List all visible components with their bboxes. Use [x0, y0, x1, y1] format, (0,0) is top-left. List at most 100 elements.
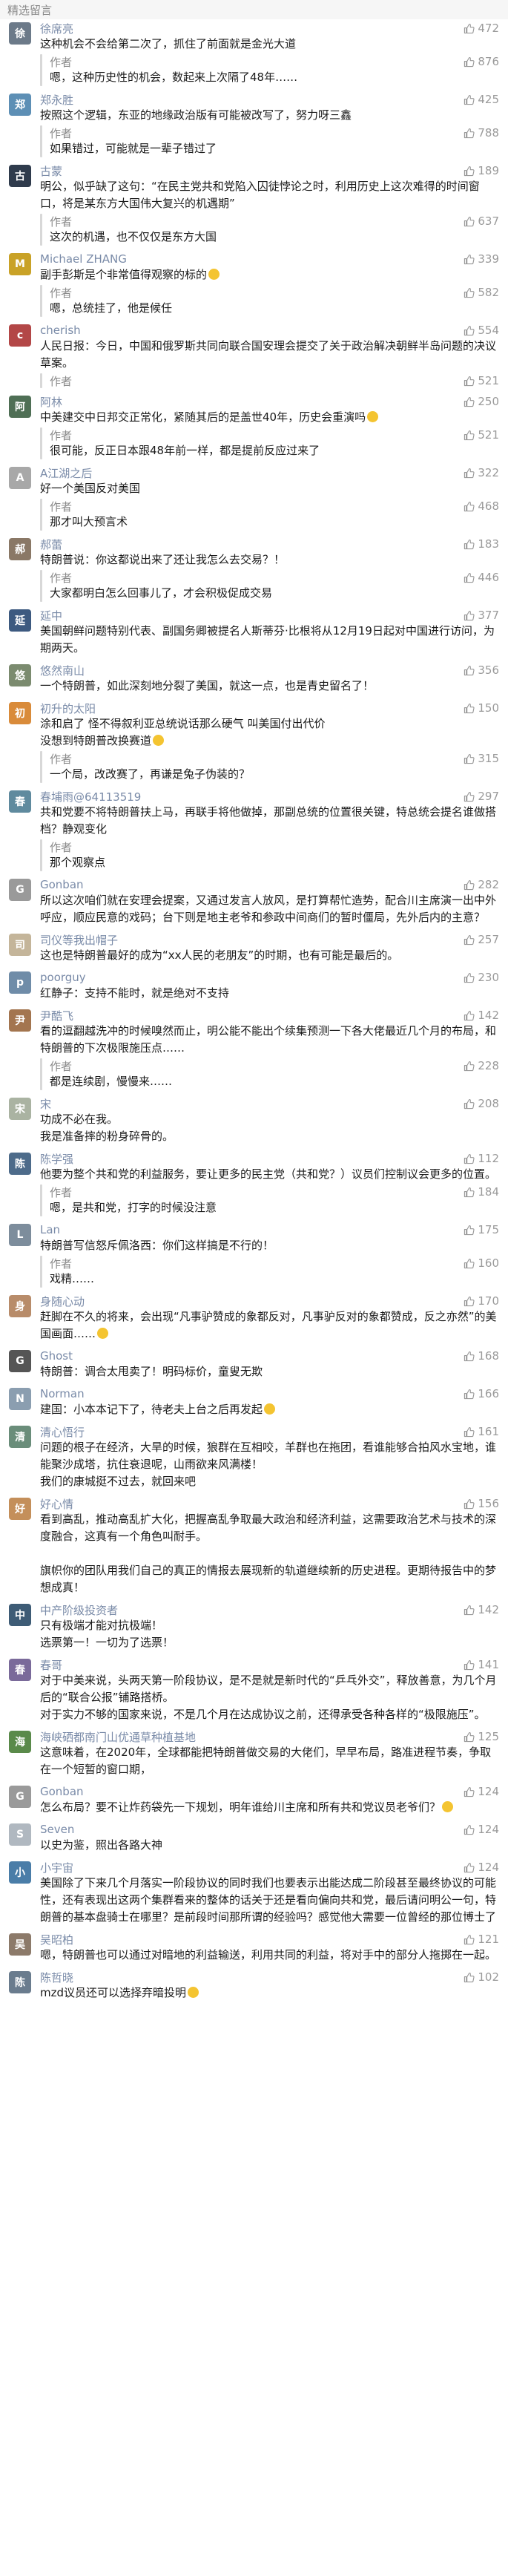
avatar[interactable]: A — [9, 467, 31, 489]
reply-like-button[interactable]: 788 — [464, 126, 499, 140]
avatar[interactable]: 郑 — [9, 94, 31, 116]
avatar[interactable]: 悠 — [9, 664, 31, 686]
commenter-name[interactable]: Gonban — [40, 1785, 84, 1798]
avatar[interactable]: 阿 — [9, 396, 31, 418]
like-button[interactable]: 141 — [464, 1658, 499, 1671]
commenter-name[interactable]: 春埔雨@64113519 — [40, 789, 141, 804]
avatar[interactable]: 海 — [9, 1731, 31, 1753]
avatar[interactable]: 古 — [9, 165, 31, 187]
reply-like-button[interactable]: 184 — [464, 1185, 499, 1199]
commenter-name[interactable]: 小宇宙 — [40, 1860, 73, 1875]
commenter-name[interactable]: 陈哲晓 — [40, 1970, 73, 1985]
commenter-name[interactable]: poorguy — [40, 971, 86, 984]
avatar[interactable]: 徐 — [9, 22, 31, 45]
commenter-name[interactable]: 悠然南山 — [40, 663, 85, 678]
like-button[interactable]: 250 — [464, 395, 499, 408]
avatar[interactable]: G — [9, 879, 31, 901]
commenter-name[interactable]: 陈学强 — [40, 1151, 73, 1167]
commenter-name[interactable]: 好心情 — [40, 1496, 73, 1512]
like-button[interactable]: 282 — [464, 878, 499, 891]
avatar[interactable]: N — [9, 1388, 31, 1410]
like-button[interactable]: 472 — [464, 22, 499, 35]
like-button[interactable]: 121 — [464, 1933, 499, 1946]
commenter-name[interactable]: Ghost — [40, 1349, 73, 1363]
like-button[interactable]: 170 — [464, 1294, 499, 1308]
avatar[interactable]: 春 — [9, 790, 31, 813]
commenter-name[interactable]: 身随心动 — [40, 1294, 85, 1309]
like-button[interactable]: 168 — [464, 1349, 499, 1363]
like-button[interactable]: 142 — [464, 1603, 499, 1616]
like-button[interactable]: 161 — [464, 1425, 499, 1438]
like-button[interactable]: 166 — [464, 1387, 499, 1400]
avatar[interactable]: c — [9, 324, 31, 347]
avatar[interactable]: 初 — [9, 702, 31, 724]
avatar[interactable]: 小 — [9, 1861, 31, 1884]
commenter-name[interactable]: Norman — [40, 1387, 85, 1400]
avatar[interactable]: 郝 — [9, 538, 31, 560]
reply-like-button[interactable]: 521 — [464, 428, 499, 442]
commenter-name[interactable]: 阿林 — [40, 394, 62, 410]
avatar[interactable]: L — [9, 1224, 31, 1246]
commenter-name[interactable]: 海峡硒都南门山优通草种植基地 — [40, 1729, 196, 1745]
like-button[interactable]: 230 — [464, 971, 499, 984]
like-button[interactable]: 189 — [464, 164, 499, 177]
avatar[interactable]: 春 — [9, 1659, 31, 1681]
commenter-name[interactable]: 郑永胜 — [40, 92, 73, 108]
like-button[interactable]: 208 — [464, 1097, 499, 1110]
reply-like-button[interactable]: 521 — [464, 374, 499, 387]
avatar[interactable]: G — [9, 1786, 31, 1808]
avatar[interactable]: 陈 — [9, 1971, 31, 1993]
avatar[interactable]: S — [9, 1823, 31, 1846]
reply-like-button[interactable]: 876 — [464, 55, 499, 68]
commenter-name[interactable]: Michael ZHANG — [40, 252, 127, 266]
like-button[interactable]: 554 — [464, 324, 499, 337]
commenter-name[interactable]: 延中 — [40, 608, 62, 623]
commenter-name[interactable]: 尹酷飞 — [40, 1008, 73, 1023]
like-button[interactable]: 150 — [464, 701, 499, 715]
like-button[interactable]: 175 — [464, 1223, 499, 1236]
commenter-name[interactable]: 徐席亮 — [40, 21, 73, 36]
like-button[interactable]: 124 — [464, 1823, 499, 1836]
avatar[interactable]: 宋 — [9, 1098, 31, 1120]
commenter-name[interactable]: Gonban — [40, 878, 84, 891]
avatar[interactable]: M — [9, 253, 31, 275]
commenter-name[interactable]: 郝蕾 — [40, 537, 62, 552]
like-button[interactable]: 322 — [464, 466, 499, 479]
avatar[interactable]: 中 — [9, 1604, 31, 1626]
reply-like-button[interactable]: 582 — [464, 286, 499, 299]
like-button[interactable]: 142 — [464, 1009, 499, 1022]
avatar[interactable]: 司 — [9, 934, 31, 956]
avatar[interactable]: 好 — [9, 1498, 31, 1520]
reply-like-button[interactable]: 315 — [464, 752, 499, 765]
avatar[interactable]: G — [9, 1350, 31, 1372]
commenter-name[interactable]: Seven — [40, 1823, 74, 1836]
like-button[interactable]: 377 — [464, 609, 499, 622]
reply-like-button[interactable]: 228 — [464, 1059, 499, 1072]
avatar[interactable]: 身 — [9, 1295, 31, 1317]
like-button[interactable]: 124 — [464, 1785, 499, 1798]
like-button[interactable]: 112 — [464, 1152, 499, 1165]
avatar[interactable]: p — [9, 971, 31, 994]
commenter-name[interactable]: 宋 — [40, 1096, 51, 1112]
like-button[interactable]: 356 — [464, 663, 499, 677]
commenter-name[interactable]: 中产阶级投资者 — [40, 1602, 118, 1618]
like-button[interactable]: 425 — [464, 93, 499, 106]
commenter-name[interactable]: 初升的太阳 — [40, 701, 96, 716]
commenter-name[interactable]: 春哥 — [40, 1657, 62, 1673]
commenter-name[interactable]: 司仪等我出帽子 — [40, 932, 118, 948]
avatar[interactable]: 清 — [9, 1426, 31, 1448]
commenter-name[interactable]: 清心悟行 — [40, 1424, 85, 1440]
reply-like-button[interactable]: 468 — [464, 499, 499, 513]
like-button[interactable]: 183 — [464, 537, 499, 551]
reply-like-button[interactable]: 637 — [464, 214, 499, 228]
like-button[interactable]: 156 — [464, 1497, 499, 1510]
avatar[interactable]: 吴 — [9, 1933, 31, 1956]
commenter-name[interactable]: 吴昭柏 — [40, 1932, 73, 1947]
avatar[interactable]: 陈 — [9, 1153, 31, 1175]
commenter-name[interactable]: cherish — [40, 324, 81, 337]
like-button[interactable]: 102 — [464, 1970, 499, 1984]
reply-like-button[interactable]: 446 — [464, 571, 499, 584]
like-button[interactable]: 297 — [464, 790, 499, 803]
commenter-name[interactable]: 古蒙 — [40, 163, 62, 179]
avatar[interactable]: 尹 — [9, 1009, 31, 1032]
